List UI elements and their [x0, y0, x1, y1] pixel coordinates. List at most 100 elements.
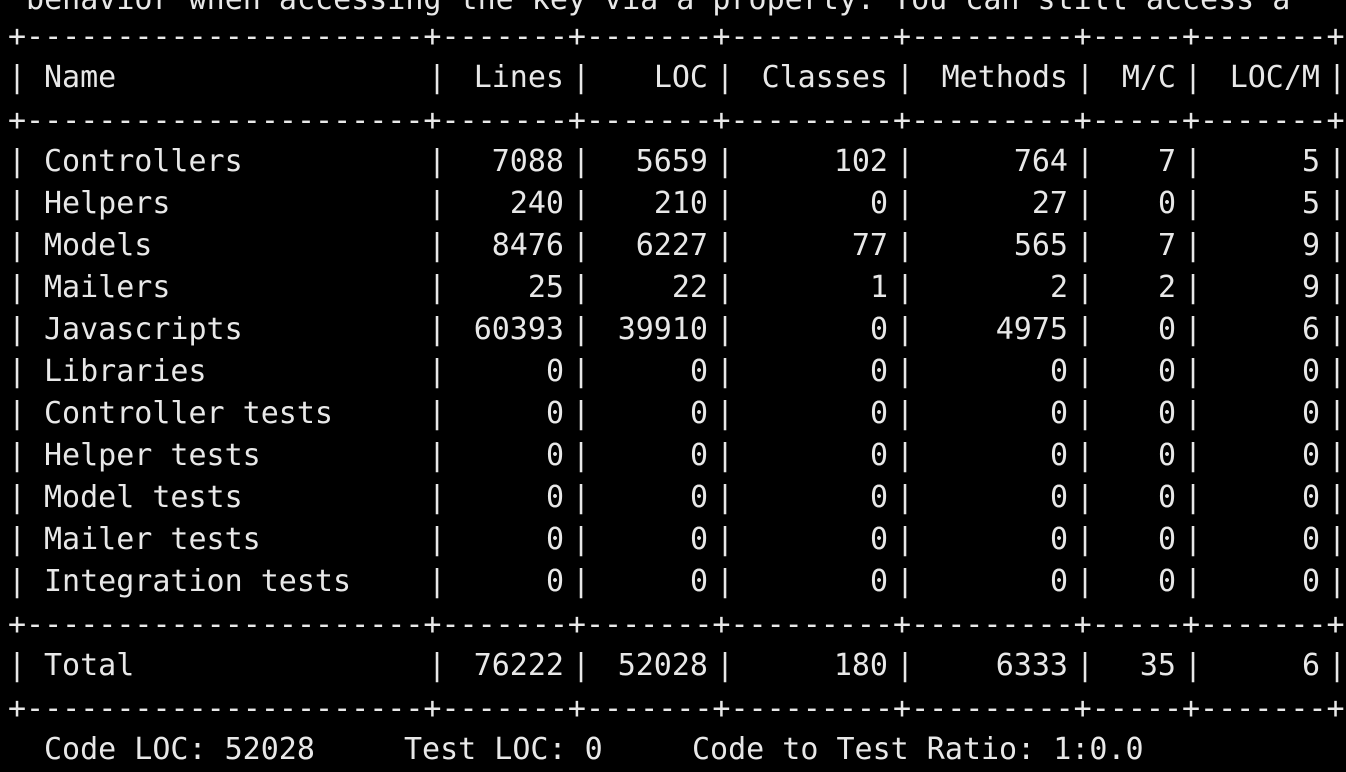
- row-column-divider: |: [1328, 270, 1346, 305]
- cell-classes: 0: [869, 312, 888, 347]
- cell-classes: 0: [869, 396, 888, 431]
- row-column-divider: |: [1184, 480, 1203, 515]
- cell-lines: 0: [545, 438, 564, 473]
- total-cell-mc: 35: [1139, 648, 1176, 683]
- total-cell-classes: 180: [833, 648, 888, 683]
- total-cell-locm: 6: [1301, 648, 1320, 683]
- cell-name: Helpers: [44, 186, 171, 221]
- row-column-divider: |: [572, 480, 591, 515]
- table-row: | | | | | | | | Controller tests 0 0 0 0 0 0: [8, 393, 1346, 435]
- row-column-divider: |: [1184, 186, 1203, 221]
- row-column-divider: |: [716, 186, 735, 221]
- row-column-divider: |: [572, 186, 591, 221]
- cell-mc: 0: [1157, 522, 1176, 557]
- row-column-divider: |: [572, 438, 591, 473]
- row-column-divider: |: [1184, 270, 1203, 305]
- row-column-divider: |: [1328, 564, 1346, 599]
- cell-classes: 1: [869, 270, 888, 305]
- table-total-row: | | | | | | | | Total 76222 52028 180 6333 35 6: [8, 645, 1346, 687]
- cell-lines: 8476: [491, 228, 564, 263]
- table-border-header: +----------------------+-------+-------+…: [8, 103, 1345, 138]
- cell-methods: 2: [1049, 270, 1068, 305]
- column-header-mc: M/C: [1121, 60, 1176, 95]
- cell-lines: 60393: [473, 312, 564, 347]
- cell-lines: 0: [545, 480, 564, 515]
- row-column-divider: |: [428, 396, 447, 431]
- row-column-divider: |: [8, 438, 27, 473]
- cell-name: Controller tests: [44, 396, 333, 431]
- table-row: | | | | | | | | Helpers 240 210 0 27 0 5: [8, 183, 1346, 225]
- row-column-divider: |: [8, 522, 27, 557]
- cell-mc: 2: [1157, 270, 1176, 305]
- cell-locm: 0: [1301, 438, 1320, 473]
- cell-methods: 0: [1049, 354, 1068, 389]
- table-row: | | | | | | | | Integration tests 0 0 0 0 0 0: [8, 561, 1346, 603]
- row-column-divider: |: [716, 228, 735, 263]
- row-column-divider: |: [8, 312, 27, 347]
- cell-name: Integration tests: [44, 564, 352, 599]
- row-column-divider: |: [8, 228, 27, 263]
- row-column-divider: |: [896, 354, 915, 389]
- row-column-divider: |: [8, 564, 27, 599]
- total-cell-lines: 76222: [473, 648, 564, 683]
- header-column-divider: |: [8, 60, 27, 95]
- row-column-divider: |: [1328, 144, 1346, 179]
- row-column-divider: |: [1184, 564, 1203, 599]
- cell-lines: 0: [545, 522, 564, 557]
- cell-mc: 0: [1157, 396, 1176, 431]
- cell-classes: 0: [869, 564, 888, 599]
- table-row: | | | | | | | | Mailers 25 22 1 2 2 9: [8, 267, 1346, 309]
- row-column-divider: |: [428, 312, 447, 347]
- row-column-divider: |: [428, 522, 447, 557]
- cell-methods: 0: [1049, 396, 1068, 431]
- row-column-divider: |: [428, 270, 447, 305]
- cell-locm: 9: [1301, 270, 1320, 305]
- row-column-divider: |: [1184, 354, 1203, 389]
- cell-classes: 0: [869, 354, 888, 389]
- row-column-divider: |: [716, 564, 735, 599]
- terminal-window[interactable]: behavior when accessing the key via a pr…: [0, 0, 1346, 772]
- cell-methods: 565: [1013, 228, 1068, 263]
- cell-name: Controllers: [44, 144, 243, 179]
- header-column-divider: |: [1184, 60, 1203, 95]
- row-column-divider: |: [1076, 228, 1095, 263]
- row-column-divider: |: [896, 522, 915, 557]
- row-column-divider: |: [896, 144, 915, 179]
- row-column-divider: |: [1076, 354, 1095, 389]
- row-column-divider: |: [8, 396, 27, 431]
- cell-mc: 7: [1157, 144, 1176, 179]
- row-column-divider: |: [572, 144, 591, 179]
- header-column-divider: |: [716, 60, 735, 95]
- row-column-divider: |: [1184, 438, 1203, 473]
- code-to-test-ratio: Code to Test Ratio: 1:0.0: [692, 732, 1144, 767]
- row-column-divider: |: [572, 396, 591, 431]
- row-column-divider: |: [896, 564, 915, 599]
- table-border-body-end: +----------------------+-------+-------+…: [8, 607, 1345, 642]
- row-column-divider: |: [1328, 228, 1346, 263]
- total-column-divider: |: [896, 648, 915, 683]
- row-column-divider: |: [1184, 396, 1203, 431]
- cell-loc: 0: [689, 438, 708, 473]
- cell-name: Javascripts: [44, 312, 243, 347]
- table-row: | | | | | | | | Model tests 0 0 0 0 0 0: [8, 477, 1346, 519]
- cell-methods: 764: [1013, 144, 1068, 179]
- row-column-divider: |: [716, 144, 735, 179]
- row-column-divider: |: [1076, 270, 1095, 305]
- cell-mc: 0: [1157, 438, 1176, 473]
- column-header-lines: Lines: [473, 60, 564, 95]
- cell-mc: 0: [1157, 312, 1176, 347]
- row-column-divider: |: [1328, 312, 1346, 347]
- cell-loc: 210: [653, 186, 708, 221]
- cell-classes: 0: [869, 480, 888, 515]
- cell-locm: 6: [1301, 312, 1320, 347]
- row-column-divider: |: [1328, 480, 1346, 515]
- cell-methods: 4975: [995, 312, 1068, 347]
- row-column-divider: |: [896, 270, 915, 305]
- row-column-divider: |: [8, 144, 27, 179]
- row-column-divider: |: [572, 312, 591, 347]
- table-border-bottom: +----------------------+-------+-------+…: [8, 691, 1345, 726]
- column-header-loc: LOC: [653, 60, 708, 95]
- table-row: | | | | | | | | Controllers 7088 5659 102 764 7 5: [8, 141, 1346, 183]
- row-column-divider: |: [896, 228, 915, 263]
- row-column-divider: |: [8, 186, 27, 221]
